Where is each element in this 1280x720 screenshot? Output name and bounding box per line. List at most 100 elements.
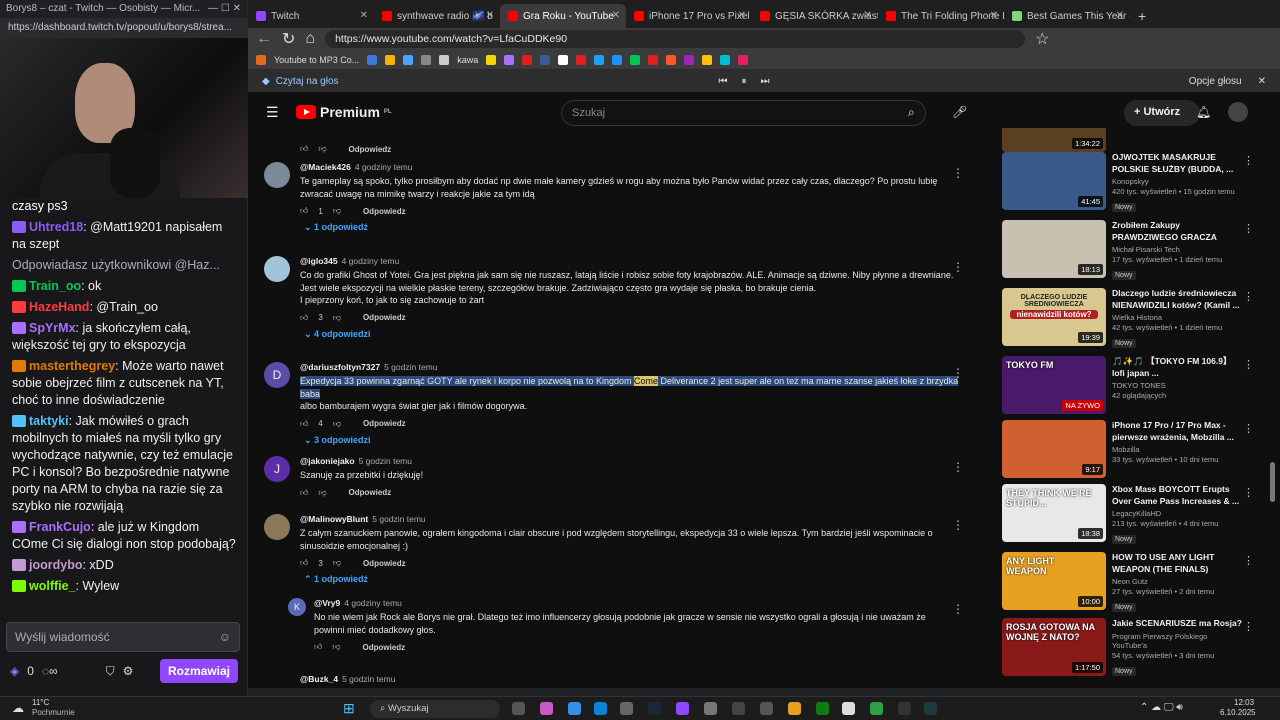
like-icon[interactable]: 👍︎: [300, 419, 308, 429]
browser-tab[interactable]: The Tri Folding Phone Imp✕: [878, 4, 1004, 28]
video-title[interactable]: iPhone 17 Pro / 17 Pro Max - pierwsze wr…: [1112, 420, 1242, 443]
video-thumbnail[interactable]: TOKYO FM NA ŻYWO: [1002, 356, 1106, 414]
previous-icon[interactable]: ⏮: [719, 76, 728, 87]
browser-tab[interactable]: Twitch ✕: [248, 4, 374, 28]
reply-button[interactable]: Odpowiedz: [363, 207, 406, 216]
bookmark-icon[interactable]: [486, 54, 497, 65]
home-icon[interactable]: ⌂: [305, 30, 315, 48]
comment-avatar[interactable]: [264, 162, 290, 188]
app-icon[interactable]: [760, 702, 773, 715]
comment-author[interactable]: @jakoniejako 5 godzin temu: [300, 456, 960, 466]
chat-username[interactable]: HazeHand: [29, 300, 89, 314]
twitch-icon[interactable]: [676, 702, 689, 715]
reply-avatar[interactable]: K: [288, 598, 306, 616]
reply-button[interactable]: Odpowiedz: [349, 145, 392, 154]
video-menu-icon[interactable]: ⋮: [1243, 422, 1254, 435]
like-icon[interactable]: 👍︎: [300, 206, 308, 216]
reply-button[interactable]: Odpowiedz: [363, 643, 406, 652]
comment-author[interactable]: @Buzk_4 5 godzin temu: [300, 674, 960, 684]
video-title[interactable]: Zrobiłem Zakupy PRAWDZIWEGO GRACZA: [1112, 220, 1242, 243]
video-channel[interactable]: Michał Pisarski Tech: [1112, 245, 1242, 254]
chat-username[interactable]: masterthegrey: [29, 359, 115, 373]
explorer-icon[interactable]: [620, 702, 633, 715]
tab-close-icon[interactable]: ✕: [612, 10, 620, 21]
video-title[interactable]: Xbox Mass BOYCOTT Erupts Over Game Pass …: [1112, 484, 1242, 507]
window-controls[interactable]: — ☐ ✕: [208, 3, 241, 15]
replies-toggle[interactable]: ⌄ 4 odpowiedzi: [304, 329, 960, 340]
reply-button[interactable]: Odpowiedz: [363, 419, 406, 428]
comment-menu-icon[interactable]: ⋮: [952, 602, 964, 616]
chat-username[interactable]: FrankCujo: [29, 520, 91, 534]
comment-menu-icon[interactable]: ⋮: [952, 366, 964, 380]
comment-menu-icon[interactable]: ⋮: [952, 260, 964, 274]
tab-close-icon[interactable]: ✕: [1116, 10, 1124, 21]
chat-username[interactable]: Train_oo: [29, 279, 81, 293]
replies-toggle[interactable]: ⌃ 1 odpowiedź: [304, 574, 960, 585]
reply-button[interactable]: Odpowiedz: [349, 488, 392, 497]
twitch-url-bar[interactable]: https://dashboard.twitch.tv/popout/u/bor…: [0, 18, 247, 38]
bookmark-icon[interactable]: [385, 54, 396, 65]
video-title[interactable]: 🎵✨🎵 【TOKYO FM 106.9】 lofi japan ...: [1112, 356, 1242, 379]
bell-icon[interactable]: 🔔︎: [1196, 105, 1211, 119]
chat-input[interactable]: Wyślij wiadomość ☺: [6, 622, 240, 652]
video-thumbnail[interactable]: 18:13: [1002, 220, 1106, 278]
edge-icon[interactable]: [594, 702, 607, 715]
related-video[interactable]: THEY THINK WE'RE STUPID... 18:38 Xbox Mass…: [1002, 484, 1262, 544]
avatar[interactable]: [1228, 102, 1248, 122]
dislike-icon[interactable]: 👎︎: [333, 558, 341, 568]
video-channel[interactable]: Konopskyy: [1112, 177, 1242, 186]
taskbar-search[interactable]: ⌕ Wyszukaj: [370, 700, 500, 718]
replies-toggle[interactable]: ⌄ 3 odpowiedzi: [304, 435, 960, 446]
chat-username[interactable]: joordybo: [29, 558, 82, 572]
bookmark-icon[interactable]: [648, 54, 659, 65]
comment-avatar[interactable]: [264, 514, 290, 540]
search-icon[interactable]: ⌕: [908, 105, 915, 120]
video-thumbnail[interactable]: 9:17: [1002, 420, 1106, 478]
bookmark-item[interactable]: kawa: [457, 55, 478, 65]
close-icon[interactable]: ✕: [1258, 76, 1266, 87]
shield-icon[interactable]: ⛉: [106, 664, 115, 679]
app-icon[interactable]: [568, 702, 581, 715]
bookmark-item[interactable]: Youtube to MP3 Co...: [274, 55, 359, 65]
bookmark-icon[interactable]: [367, 54, 378, 65]
clock-time[interactable]: 12:03: [1234, 698, 1254, 707]
new-tab-icon[interactable]: +: [1130, 8, 1154, 28]
bookmark-icon[interactable]: [522, 54, 533, 65]
url-input[interactable]: https://www.youtube.com/watch?v=LfaCuDDK…: [325, 30, 1026, 48]
channel-points-icon[interactable]: ◈: [10, 664, 19, 678]
related-video[interactable]: TOKYO FM NA ŻYWO 🎵✨🎵 【TOKYO FM 106.9】 lofi…: [1002, 356, 1262, 414]
pause-icon[interactable]: ⏸: [742, 76, 747, 87]
app-icon[interactable]: [898, 702, 911, 715]
like-icon[interactable]: 👍︎: [300, 558, 308, 568]
related-video[interactable]: DLACZEGO LUDZIE ŚREDNIOWIECZA nienawidzil…: [1002, 288, 1262, 348]
tab-close-icon[interactable]: ✕: [864, 10, 872, 21]
next-icon[interactable]: ⏭: [761, 76, 770, 87]
video-channel[interactable]: Program Pierwszy Polskiego YouTube'a: [1112, 632, 1242, 650]
app-icon[interactable]: [924, 702, 937, 715]
related-video[interactable]: ANY LIGHT WEAPON 10:00 HOW TO USE ANY LIGH…: [1002, 552, 1262, 612]
video-title[interactable]: OJWOJTEK MASAKRUJE POLSKIE SŁUŻBY (BUDDA…: [1112, 152, 1242, 175]
chat-username[interactable]: Uhtred18: [29, 220, 83, 234]
star-icon[interactable]: ☆: [1035, 29, 1049, 49]
video-menu-icon[interactable]: ⋮: [1243, 554, 1254, 567]
bookmark-icon[interactable]: [594, 54, 605, 65]
bookmark-icon[interactable]: [720, 54, 731, 65]
browser-tab[interactable]: Gra Roku - YouTube ✕: [500, 4, 626, 28]
tab-close-icon[interactable]: ✕: [990, 10, 998, 21]
reply-button[interactable]: Odpowiedz: [363, 559, 406, 568]
video-thumbnail[interactable]: ROSJA GOTOWA NA WOJNĘ Z NATO? 1:17:50: [1002, 618, 1106, 676]
browser-tab[interactable]: synthwave radio 🌌 b ✕: [374, 4, 500, 28]
tab-close-icon[interactable]: ✕: [486, 10, 494, 21]
xbox-icon[interactable]: [816, 702, 829, 715]
bookmark-icon[interactable]: [738, 54, 749, 65]
comment-author[interactable]: @Vry9 4 godziny temu: [314, 598, 954, 608]
video-channel[interactable]: TOKYO TONES: [1112, 381, 1242, 390]
bookmark-icon[interactable]: [403, 54, 414, 65]
maps-icon[interactable]: [704, 702, 717, 715]
scrollbar[interactable]: [1270, 462, 1275, 502]
video-menu-icon[interactable]: ⋮: [1243, 486, 1254, 499]
video-thumbnail[interactable]: ANY LIGHT WEAPON 10:00: [1002, 552, 1106, 610]
youtube-logo[interactable]: Premium PL: [296, 104, 392, 120]
create-button[interactable]: + Utwórz: [1124, 100, 1200, 126]
tab-close-icon[interactable]: ✕: [738, 10, 746, 21]
